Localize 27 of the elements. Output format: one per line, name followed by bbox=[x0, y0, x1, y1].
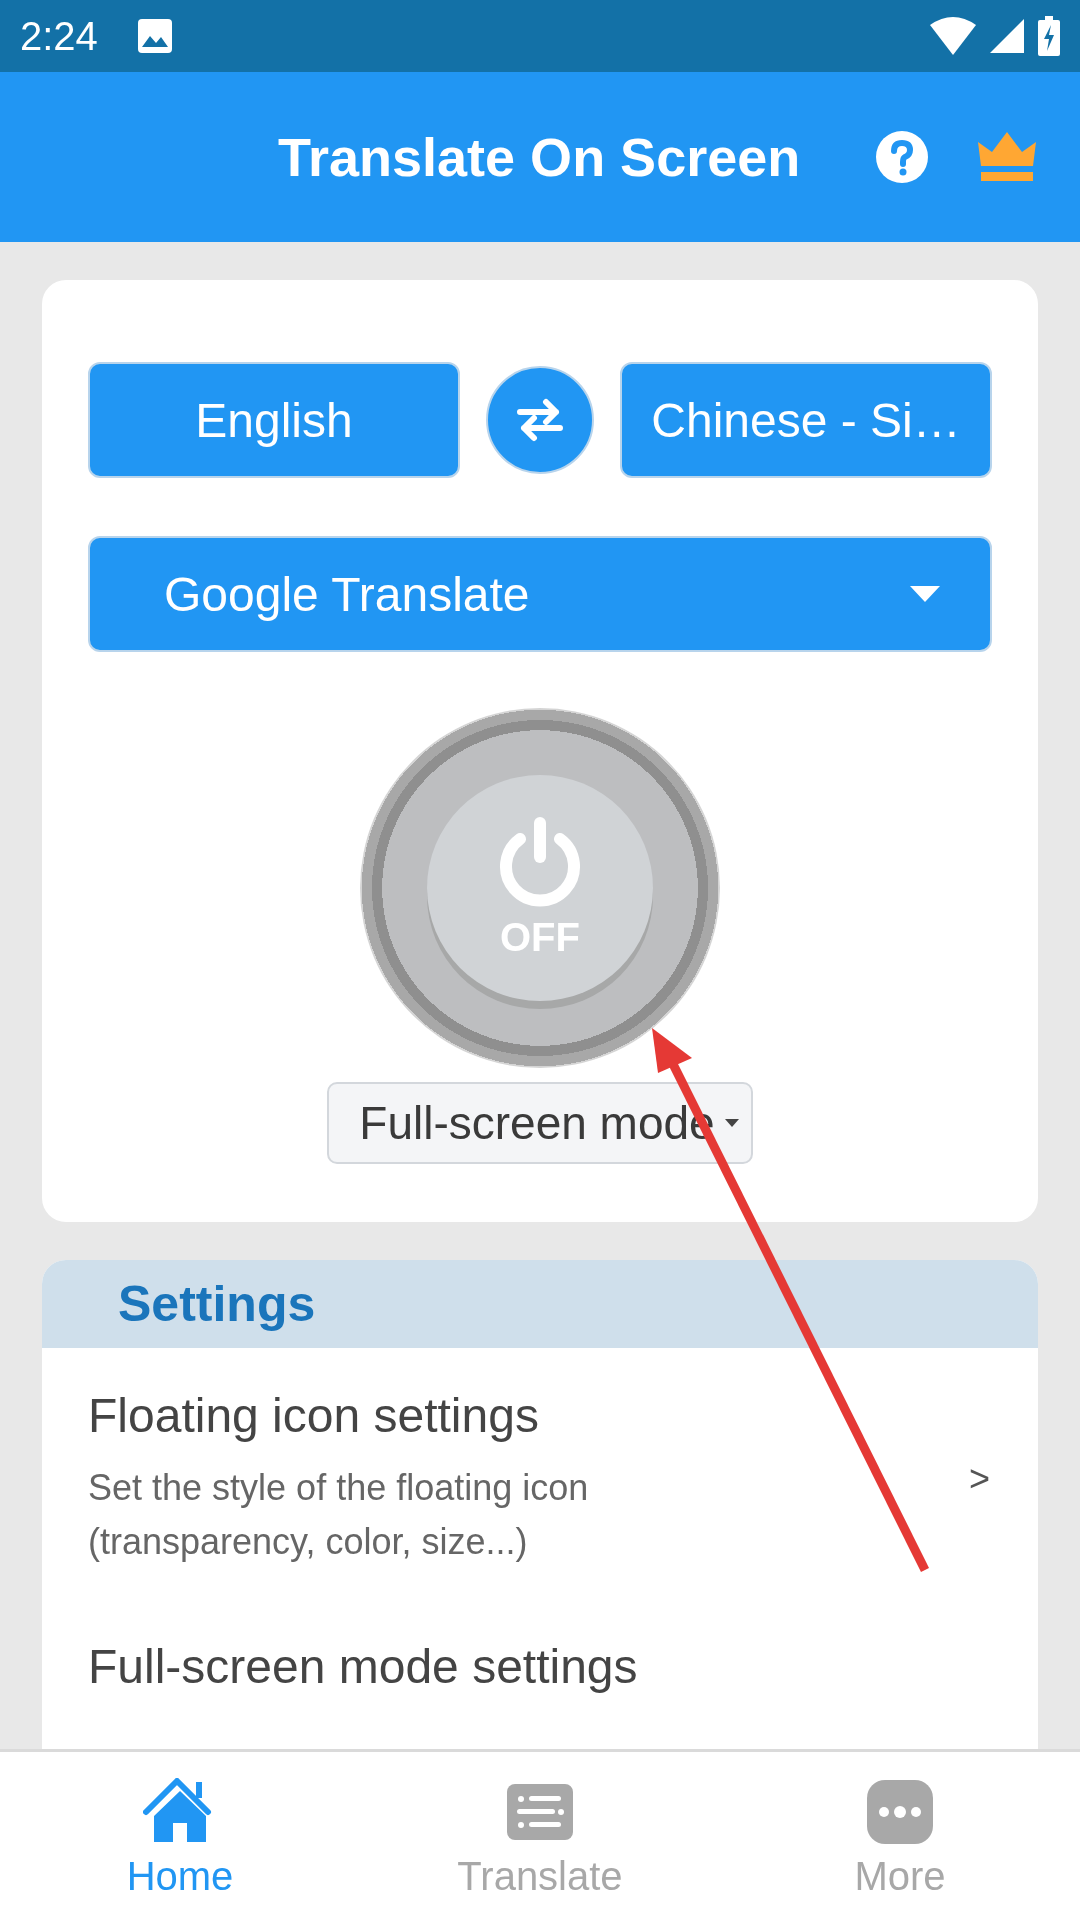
nav-tab[interactable]: More bbox=[720, 1752, 1080, 1920]
item-title: Floating icon settings bbox=[88, 1388, 540, 1443]
power-icon bbox=[498, 816, 582, 907]
help-icon[interactable] bbox=[876, 131, 928, 183]
settings-item[interactable]: Floating icon settings Set the style of the floating icon (transparency, color, size...) > bbox=[42, 1348, 1038, 1599]
crown-icon[interactable] bbox=[978, 132, 1036, 182]
item-title: Full-screen mode settings bbox=[88, 1639, 639, 1694]
wifi-icon bbox=[930, 17, 976, 55]
swap-icon bbox=[516, 398, 564, 442]
list-icon bbox=[507, 1783, 573, 1840]
battery-icon bbox=[1038, 16, 1060, 56]
status-time: 2:24 bbox=[20, 13, 98, 59]
more-icon bbox=[867, 1779, 933, 1844]
nav-tab[interactable]: Home bbox=[0, 1752, 360, 1920]
caret-icon bbox=[910, 586, 940, 602]
settings-item[interactable]: Full-screen mode settings bbox=[42, 1599, 1038, 1724]
target-language-button[interactable]: Chinese - Si… bbox=[620, 362, 992, 478]
chevron: > bbox=[968, 1457, 990, 1500]
image-icon bbox=[137, 19, 172, 53]
nav-tab[interactable]: Translate bbox=[360, 1752, 720, 1920]
app-title: Translate On Screen bbox=[278, 126, 801, 188]
signal-icon bbox=[990, 19, 1024, 53]
caret-icon bbox=[724, 1119, 739, 1127]
engine-dropdown[interactable]: Google Translate bbox=[88, 536, 992, 652]
source-language-button[interactable]: English bbox=[88, 362, 460, 478]
item-description: Set the style of the floating icon (transparency, color, size...) bbox=[88, 1466, 590, 1564]
settings-header: Settings bbox=[42, 1260, 1038, 1348]
